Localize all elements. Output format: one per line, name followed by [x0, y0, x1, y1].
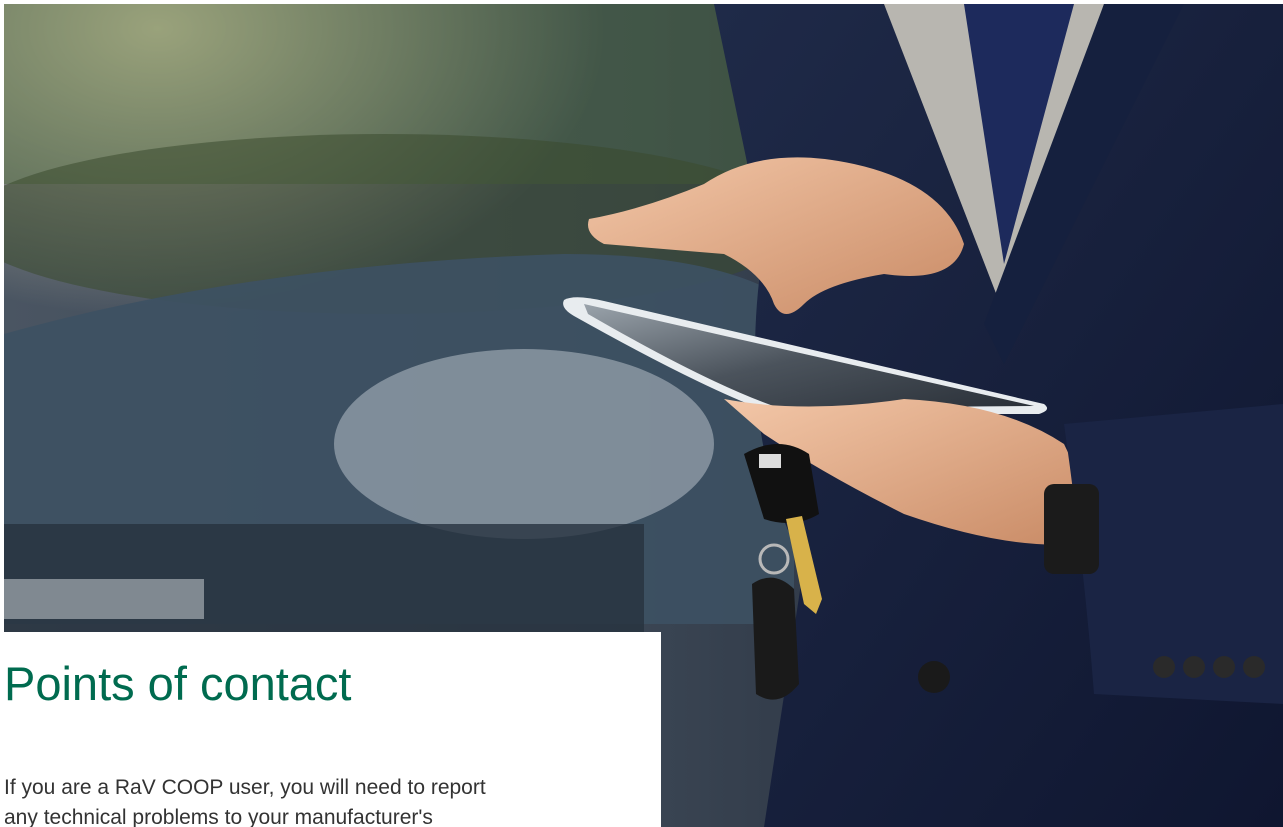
intro-line-1: If you are a RaV COOP user, you will nee…: [4, 776, 486, 799]
intro-paragraph: If you are a RaV COOP user, you will nee…: [4, 773, 644, 827]
page-heading: Points of contact: [4, 657, 352, 710]
page: Points of contact If you are a RaV COOP …: [0, 0, 1283, 827]
intro-line-2: any technical problems to your manufactu…: [4, 806, 433, 827]
